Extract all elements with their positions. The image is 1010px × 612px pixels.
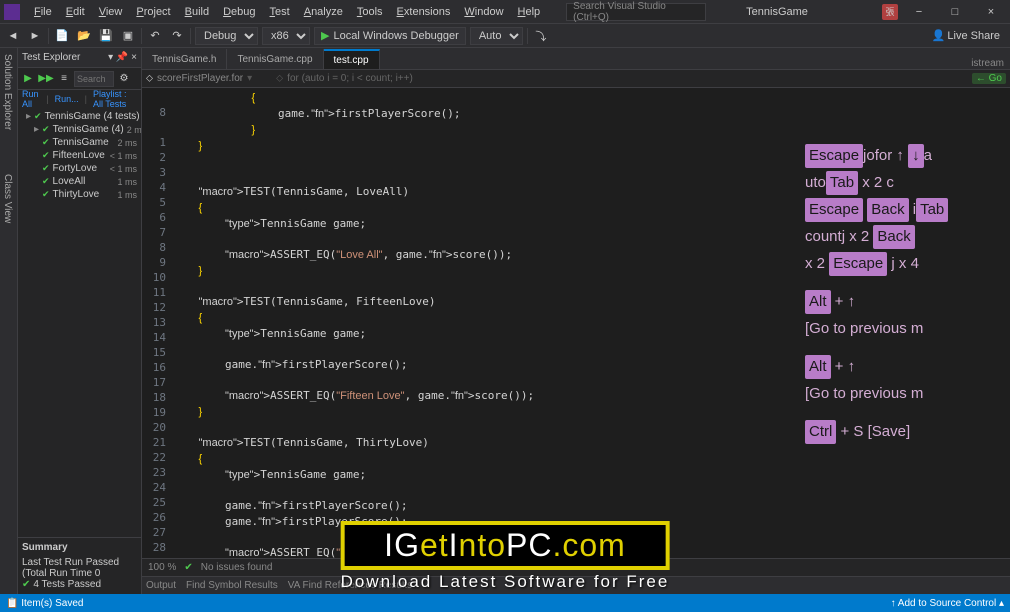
filter-bar: Run All|Run...|Playlist : All Tests [18, 90, 141, 108]
context-label: istream [965, 58, 1010, 69]
menu-file[interactable]: File [28, 4, 58, 20]
platform-select[interactable]: x86 [262, 27, 310, 45]
go-button[interactable]: ← Go [972, 73, 1006, 84]
test-item[interactable]: ▸✔TennisGame (4 tests) [18, 110, 141, 123]
save-icon[interactable]: 💾 [97, 27, 115, 45]
step-icon[interactable]: ⤵ [532, 27, 550, 45]
test-item[interactable]: ✔FifteenLove< 1 ms [18, 149, 141, 162]
auto-select[interactable]: Auto [470, 27, 523, 45]
menu-project[interactable]: Project [130, 4, 176, 20]
main-menu: FileEditViewProjectBuildDebugTestAnalyze… [28, 4, 546, 20]
list-icon[interactable]: ≡ [56, 71, 72, 87]
editor-tab[interactable]: TennisGame.h [142, 49, 227, 69]
menu-analyze[interactable]: Analyze [298, 4, 349, 20]
menu-edit[interactable]: Edit [60, 4, 91, 20]
scope-icon: ⬦ [146, 73, 153, 84]
test-item[interactable]: ✔ThirtyLove1 ms [18, 188, 141, 201]
new-icon[interactable]: 📄 [53, 27, 71, 45]
output-tab[interactable]: Find Symbol Results [186, 580, 278, 591]
summary-panel: Summary Last Test Run Passed (Total Run … [18, 537, 141, 594]
forward-icon[interactable]: ► [26, 27, 44, 45]
panel-header: Test Explorer ▾ 📌 × [18, 48, 141, 68]
titlebar: FileEditViewProjectBuildDebugTestAnalyze… [0, 0, 1010, 24]
menu-debug[interactable]: Debug [217, 4, 261, 20]
test-item[interactable]: ✔TennisGame2 ms [18, 136, 141, 149]
nav-bar[interactable]: ⬦ scoreFirstPlayer.for ▾ ⬦ for (auto i =… [142, 70, 1010, 88]
saveall-icon[interactable]: ▣ [119, 27, 137, 45]
menu-help[interactable]: Help [512, 4, 547, 20]
filter-link[interactable]: Run All [22, 89, 40, 109]
test-item[interactable]: ✔LoveAll1 ms [18, 175, 141, 188]
editor-tabs: TennisGame.hTennisGame.cpptest.cpp istre… [142, 48, 1010, 70]
sidetab[interactable]: Solution Explorer [0, 52, 17, 132]
explorer-toolbar: ▶ ▶▶ ≡ ⚙ [18, 68, 141, 90]
start-debug-button[interactable]: ▶Local Windows Debugger [314, 27, 466, 45]
menu-tools[interactable]: Tools [351, 4, 389, 20]
liveshare-button[interactable]: 👤 Live Share [926, 29, 1006, 42]
test-tree: ▸✔TennisGame (4 tests)▸✔TennisGame (4)2 … [18, 108, 141, 537]
output-tab[interactable]: Output [146, 580, 176, 591]
keystroke-overlay: Escapejofor ↑ ↓autoTab x 2 cEscape Back … [805, 144, 1000, 458]
run-icon[interactable]: ▶ [20, 71, 36, 87]
test-item[interactable]: ✔FortyLove< 1 ms [18, 162, 141, 175]
maximize-icon[interactable]: □ [940, 2, 970, 22]
search-tests-input[interactable] [74, 71, 114, 87]
menu-test[interactable]: Test [264, 4, 296, 20]
menu-extensions[interactable]: Extensions [391, 4, 457, 20]
editor-tab[interactable]: test.cpp [324, 49, 380, 69]
watermark: IGetIntoPC.com Download Latest Software … [341, 521, 670, 592]
open-icon[interactable]: 📂 [75, 27, 93, 45]
menu-window[interactable]: Window [458, 4, 509, 20]
filter-link[interactable]: Playlist : All Tests [93, 89, 137, 109]
sidebar-tabs: Solution Explorer Class View [0, 48, 18, 594]
sidetab[interactable]: Class View [0, 172, 17, 225]
runall-icon[interactable]: ▶▶ [38, 71, 54, 87]
pin-icon[interactable]: ▾ 📌 × [108, 52, 137, 63]
filter-link[interactable]: Run... [55, 94, 79, 104]
filter-icon[interactable]: ⚙ [116, 71, 132, 87]
menu-view[interactable]: View [93, 4, 129, 20]
minimize-icon[interactable]: − [904, 2, 934, 22]
vs-logo-icon [4, 4, 20, 20]
redo-icon[interactable]: ↷ [168, 27, 186, 45]
app-title: TennisGame [746, 6, 808, 18]
source-control-button[interactable]: ↑ Add to Source Control ▴ [891, 598, 1004, 609]
back-icon[interactable]: ◄ [4, 27, 22, 45]
user-avatar[interactable]: 張 [882, 4, 898, 20]
menu-build[interactable]: Build [179, 4, 215, 20]
statusbar: 📋 Item(s) Saved ↑ Add to Source Control … [0, 594, 1010, 612]
search-input[interactable]: Search Visual Studio (Ctrl+Q) [566, 3, 706, 21]
config-select[interactable]: Debug [195, 27, 258, 45]
test-explorer-panel: Test Explorer ▾ 📌 × ▶ ▶▶ ≡ ⚙ Run All|Run… [18, 48, 142, 594]
test-item[interactable]: ▸✔TennisGame (4)2 ms [18, 123, 141, 136]
undo-icon[interactable]: ↶ [146, 27, 164, 45]
editor-tab[interactable]: TennisGame.cpp [227, 49, 323, 69]
close-icon[interactable]: × [976, 2, 1006, 22]
toolbar: ◄ ► 📄 📂 💾 ▣ ↶ ↷ Debug x86 ▶Local Windows… [0, 24, 1010, 48]
